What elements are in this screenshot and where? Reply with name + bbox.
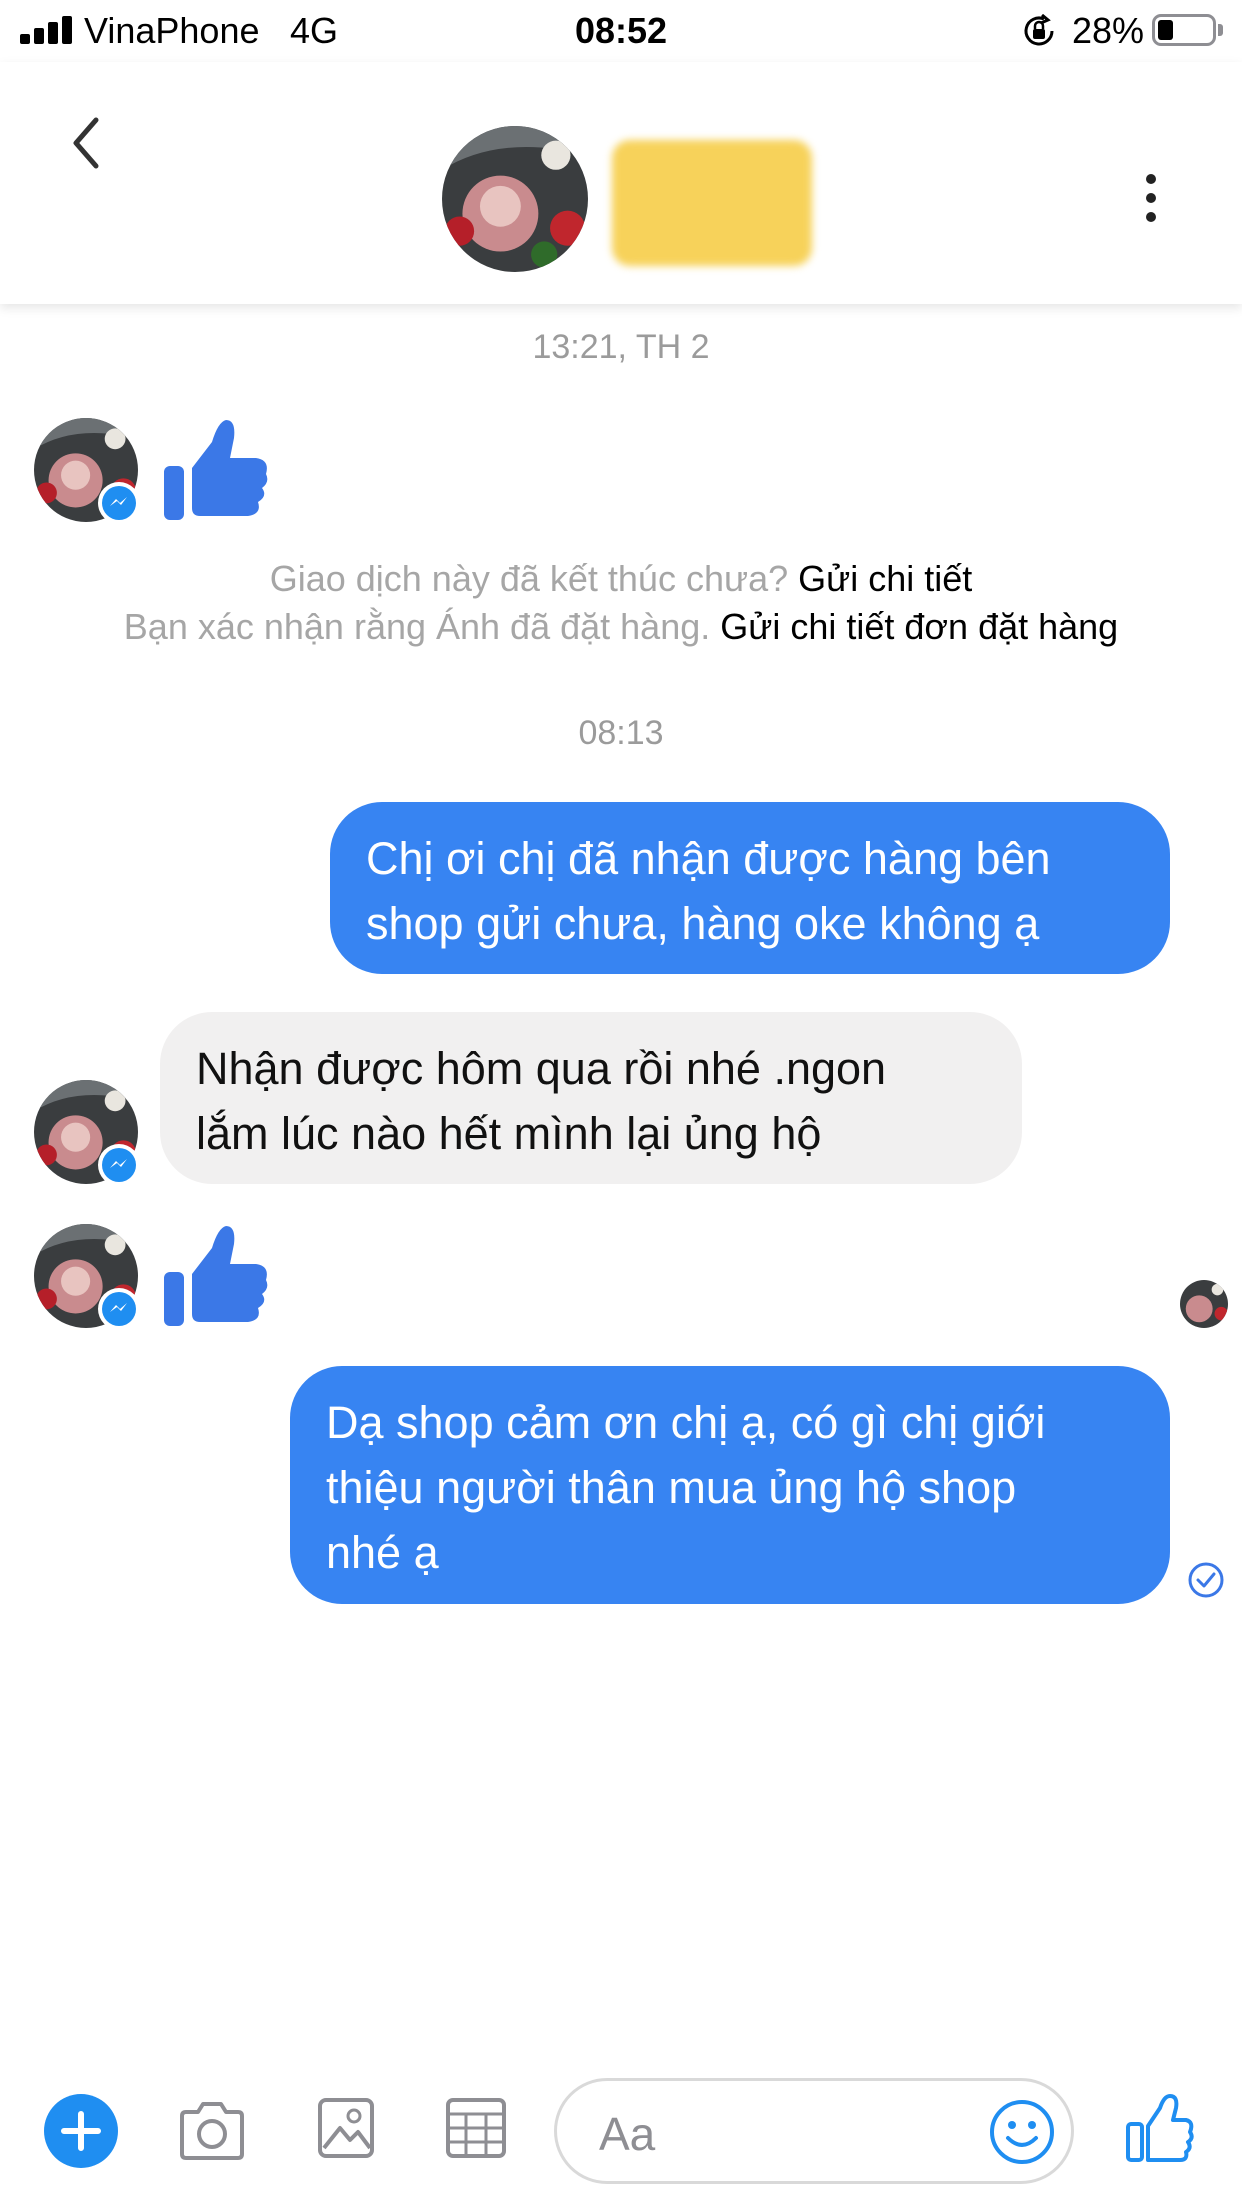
messenger-badge-icon [98, 1288, 140, 1330]
battery-percent: 28% [1072, 10, 1145, 51]
send-order-details-link[interactable]: Gửi chi tiết đơn đặt hàng [720, 606, 1118, 647]
delivered-check-icon [1188, 1562, 1224, 1598]
contact-name-redacted [612, 140, 812, 266]
back-button[interactable] [60, 108, 110, 178]
outgoing-message[interactable]: Dạ shop cảm ơn chị ạ, có gì chị giới thi… [290, 1366, 1170, 1604]
sender-avatar[interactable] [34, 418, 144, 528]
thumbs-up-sticker-icon [164, 420, 268, 520]
messenger-badge-icon [98, 482, 140, 524]
messenger-badge-icon [98, 1144, 140, 1186]
message-line: thiệu người thân mua ủng hộ shop [326, 1462, 1017, 1513]
sender-avatar[interactable] [34, 1224, 144, 1334]
system-text: Bạn xác nhận rằng Ánh đã đặt hàng. [123, 606, 711, 647]
system-text: Giao dịch này đã kết thúc chưa? [269, 558, 789, 599]
message-line: nhé ạ [326, 1527, 439, 1578]
orientation-lock-icon [1024, 14, 1054, 46]
send-details-link[interactable]: Gửi chi tiết [798, 558, 972, 599]
plus-icon [61, 2111, 101, 2151]
gallery-button[interactable] [316, 2096, 376, 2160]
camera-button[interactable] [176, 2098, 248, 2164]
thumbs-up-sticker-icon [164, 1226, 268, 1326]
timestamp: 13:21, TH 2 [532, 328, 710, 366]
sender-avatar[interactable] [34, 1080, 144, 1190]
contact-avatar[interactable] [442, 126, 588, 272]
avatar-image [442, 126, 588, 272]
message-line: Dạ shop cảm ơn chị ạ, có gì chị giới [326, 1397, 1046, 1448]
message-input[interactable] [597, 2105, 921, 2163]
apps-button[interactable] [444, 2096, 508, 2160]
message-line: Nhận được hôm qua rồi nhé .ngon [196, 1043, 887, 1094]
system-message-order: Bạn xác nhận rằng Ánh đã đặt hàng. Gửi c… [0, 606, 1242, 648]
incoming-message[interactable]: Nhận được hôm qua rồi nhé .ngon lắm lúc … [160, 1012, 1022, 1184]
battery-icon [1152, 14, 1216, 46]
message-line: lắm lúc nào hết mình lại ủng hộ [196, 1108, 822, 1159]
system-message-transaction: Giao dịch này đã kết thúc chưa? Gửi chi … [0, 558, 1242, 600]
message-line: shop gửi chưa, hàng oke không ạ [366, 898, 1040, 949]
battery-cap [1218, 24, 1223, 36]
outgoing-message[interactable]: Chị ơi chị đã nhận được hàng bên shop gử… [330, 802, 1170, 974]
add-button[interactable] [44, 2094, 118, 2168]
message-line: Chị ơi chị đã nhận được hàng bên [366, 833, 1051, 884]
battery-fill [1158, 20, 1173, 40]
more-options-button[interactable] [1136, 170, 1166, 226]
emoji-button[interactable] [988, 2098, 1056, 2166]
seen-indicator-avatar [1180, 1280, 1228, 1328]
status-bar: VinaPhone 4G 08:52 28% [0, 0, 1242, 62]
timestamp: 08:13 [578, 714, 664, 752]
like-button[interactable] [1124, 2092, 1194, 2164]
